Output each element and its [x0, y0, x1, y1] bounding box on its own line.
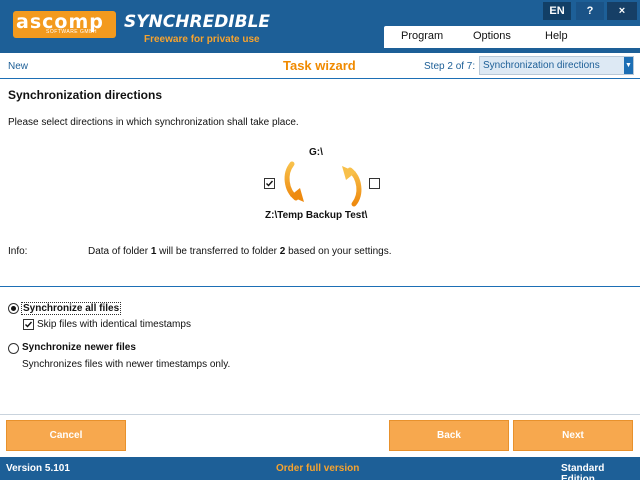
step-dropdown-value: Synchronization directions: [483, 60, 600, 71]
info-label: Info:: [8, 246, 28, 257]
next-button[interactable]: Next: [513, 420, 633, 451]
close-button[interactable]: ×: [607, 2, 637, 20]
button-bar-divider: [0, 414, 640, 415]
folder-1-path: G:\: [309, 147, 323, 158]
direction-right-checkbox[interactable]: [369, 178, 380, 189]
chevron-down-icon[interactable]: ▼: [624, 57, 633, 74]
new-link[interactable]: New: [8, 61, 28, 72]
wizard-title: Task wizard: [283, 58, 356, 73]
status-bar: Version 5.101 Order full version Standar…: [0, 457, 640, 480]
skip-identical-checkbox[interactable]: [23, 319, 34, 330]
logo-subtext: SOFTWARE GMBH: [46, 29, 98, 35]
menu-options[interactable]: Options: [473, 30, 511, 42]
app-header: ascomp SOFTWARE GMBH SYNCHREDIBLE Freewa…: [0, 0, 640, 53]
sync-direction-arrows-icon: [284, 161, 362, 207]
right-direction-arrow-icon: [342, 166, 362, 207]
page-title: Synchronization directions: [8, 88, 163, 102]
menu-program[interactable]: Program: [401, 30, 443, 42]
sync-all-radio[interactable]: [8, 303, 19, 314]
menu-bar: Program Options Help: [384, 26, 640, 48]
back-button[interactable]: Back: [389, 420, 509, 451]
section-divider: [0, 286, 640, 287]
app-tagline: Freeware for private use: [144, 34, 260, 45]
menu-help[interactable]: Help: [545, 30, 568, 42]
direction-left-checkbox[interactable]: [264, 178, 275, 189]
info-text: Data of folder 1 will be transferred to …: [88, 246, 392, 257]
app-name: SYNCHREDIBLE: [124, 12, 271, 32]
cancel-button[interactable]: Cancel: [6, 420, 126, 451]
sync-newer-radio[interactable]: [8, 343, 19, 354]
sync-all-label[interactable]: Synchronize all files: [21, 302, 122, 315]
order-full-version-link[interactable]: Order full version: [276, 463, 359, 474]
checkmark-icon: [25, 321, 33, 328]
wizard-toolbar: New Task wizard Step 2 of 7: Synchroniza…: [0, 53, 640, 79]
sync-newer-description: Synchronizes files with newer timestamps…: [22, 359, 231, 370]
skip-identical-label[interactable]: Skip files with identical timestamps: [37, 319, 191, 330]
language-button[interactable]: EN: [543, 2, 571, 20]
help-button[interactable]: ?: [576, 2, 604, 20]
page-description: Please select directions in which synchr…: [8, 117, 299, 128]
version-label: Version 5.101: [6, 463, 70, 474]
edition-label: Standard Edition: [561, 463, 605, 480]
checkmark-icon: [266, 180, 274, 187]
sync-newer-label[interactable]: Synchronize newer files: [22, 342, 136, 353]
left-direction-arrow-icon: [284, 161, 304, 202]
folder-2-path: Z:\Temp Backup Test\: [265, 210, 368, 221]
step-label: Step 2 of 7:: [424, 61, 476, 72]
radio-selected-dot: [11, 306, 16, 311]
step-dropdown[interactable]: Synchronization directions ▼: [479, 56, 634, 75]
